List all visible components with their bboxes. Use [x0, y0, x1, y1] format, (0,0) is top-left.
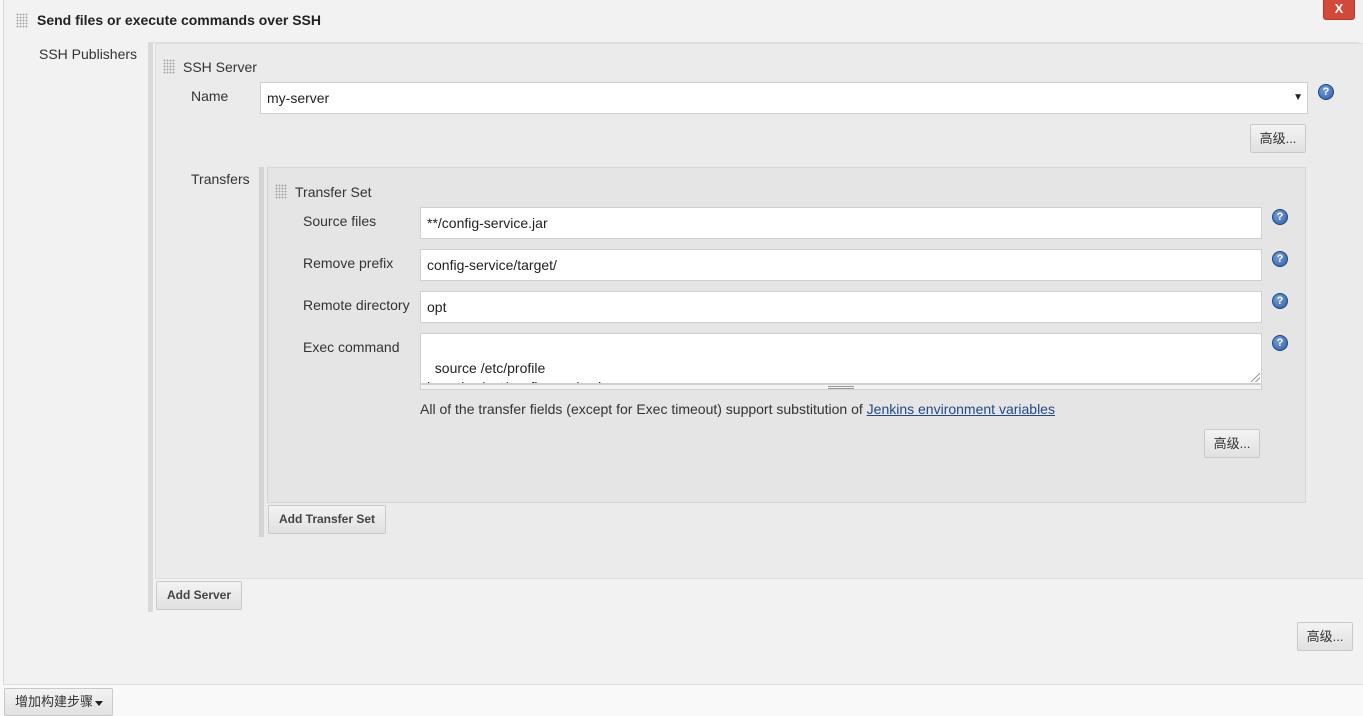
ssh-server-heading: SSH Server — [183, 59, 257, 75]
remote-directory-input[interactable]: opt — [420, 291, 1262, 323]
chevron-down-icon: ▼ — [1293, 92, 1303, 103]
step-title: Send files or execute commands over SSH — [37, 12, 321, 28]
help-icon[interactable]: ? — [1272, 293, 1288, 309]
transfer-set-heading: Transfer Set — [295, 184, 372, 200]
env-variables-link[interactable]: Jenkins environment variables — [867, 401, 1055, 417]
resize-handle-icon[interactable] — [1251, 373, 1260, 382]
add-server-button[interactable]: Add Server — [156, 581, 242, 610]
add-build-step-label: 增加构建步骤 — [15, 694, 94, 709]
server-name-value: my-server — [267, 90, 330, 106]
drag-handle-icon[interactable] — [16, 13, 28, 28]
exec-command-textarea[interactable]: source /etc/profile java -jar /opt/confi… — [420, 333, 1262, 384]
exec-command-value: source /etc/profile java -jar /opt/confi… — [427, 360, 614, 383]
help-icon[interactable]: ? — [1272, 251, 1288, 267]
step-advanced-button[interactable]: 高级... — [1297, 622, 1353, 651]
drag-handle-icon[interactable] — [275, 184, 287, 199]
drag-handle-icon[interactable] — [163, 59, 175, 74]
transfers-label: Transfers — [191, 171, 250, 187]
remove-prefix-input[interactable]: config-service/target/ — [420, 249, 1262, 281]
server-name-label: Name — [191, 88, 229, 104]
textarea-grabber[interactable] — [420, 384, 1262, 390]
server-advanced-button[interactable]: 高级... — [1250, 124, 1306, 153]
help-icon[interactable]: ? — [1272, 335, 1288, 351]
chevron-down-icon — [95, 701, 103, 706]
add-build-step-button[interactable]: 增加构建步骤 — [4, 688, 113, 716]
ssh-publishers-label: SSH Publishers — [39, 46, 138, 62]
help-icon[interactable]: ? — [1318, 84, 1334, 100]
exec-command-label: Exec command — [303, 339, 400, 355]
source-files-input[interactable]: **/config-service.jar — [420, 207, 1262, 239]
server-name-select[interactable]: my-server ▼ — [260, 82, 1308, 114]
substitution-help-prefix: All of the transfer fields (except for E… — [420, 401, 867, 417]
transfer-advanced-button[interactable]: 高级... — [1204, 429, 1260, 458]
substitution-help-text: All of the transfer fields (except for E… — [420, 401, 1055, 417]
help-icon[interactable]: ? — [1272, 209, 1288, 225]
remote-directory-label: Remote directory — [303, 297, 410, 313]
delete-step-button[interactable]: X — [1323, 0, 1355, 20]
source-files-label: Source files — [303, 213, 377, 229]
add-transfer-set-button[interactable]: Add Transfer Set — [268, 505, 386, 534]
remove-prefix-label: Remove prefix — [303, 255, 394, 271]
